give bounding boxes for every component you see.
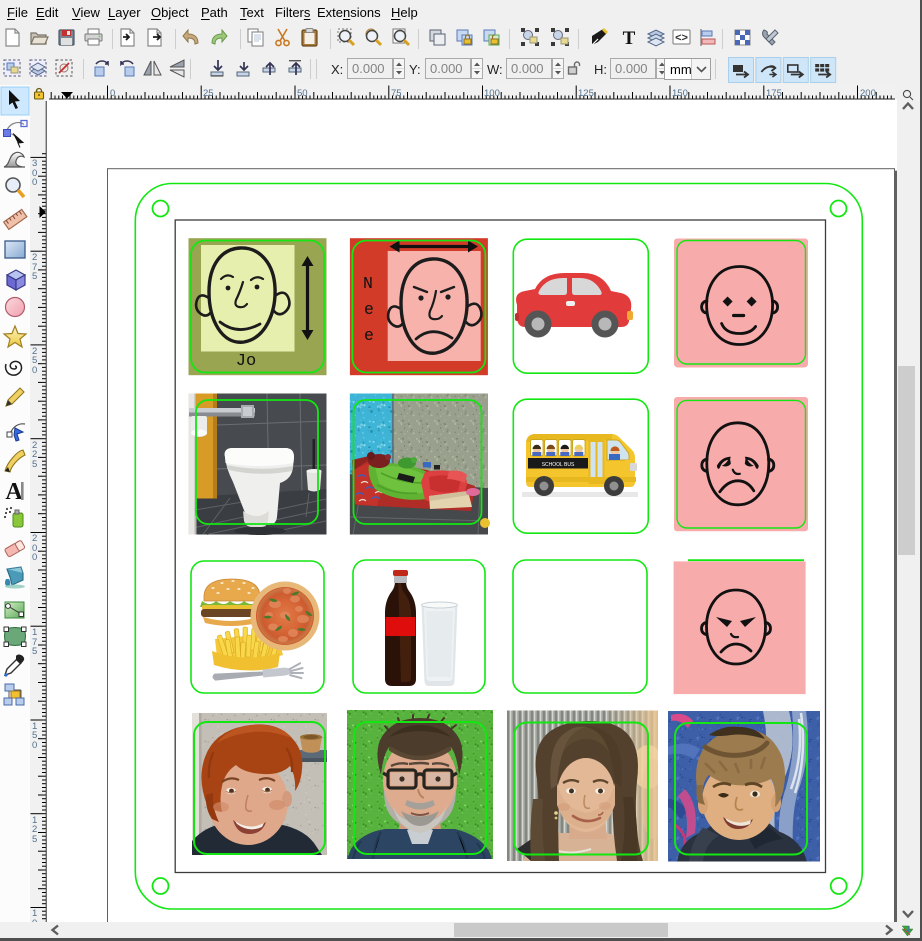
svg-text:0: 0 — [32, 365, 37, 376]
svg-text:100: 100 — [484, 88, 500, 99]
svg-text:0: 0 — [32, 740, 37, 751]
svg-text:125: 125 — [578, 88, 594, 99]
svg-text:175: 175 — [766, 88, 782, 99]
svg-text:75: 75 — [391, 88, 402, 99]
svg-text:200: 200 — [860, 88, 876, 99]
svg-text:0: 0 — [32, 552, 37, 563]
svg-text:5: 5 — [32, 834, 37, 845]
svg-text:5: 5 — [32, 459, 37, 470]
svg-text:5: 5 — [32, 646, 37, 657]
svg-text:T: T — [623, 28, 636, 49]
svg-text:25: 25 — [203, 88, 214, 99]
svg-text:150: 150 — [672, 88, 688, 99]
svg-text:5: 5 — [32, 271, 37, 282]
svg-text:50: 50 — [297, 88, 308, 99]
svg-text:0: 0 — [110, 88, 115, 99]
svg-text:0: 0 — [32, 177, 37, 188]
svg-text:<>: <> — [675, 32, 688, 44]
